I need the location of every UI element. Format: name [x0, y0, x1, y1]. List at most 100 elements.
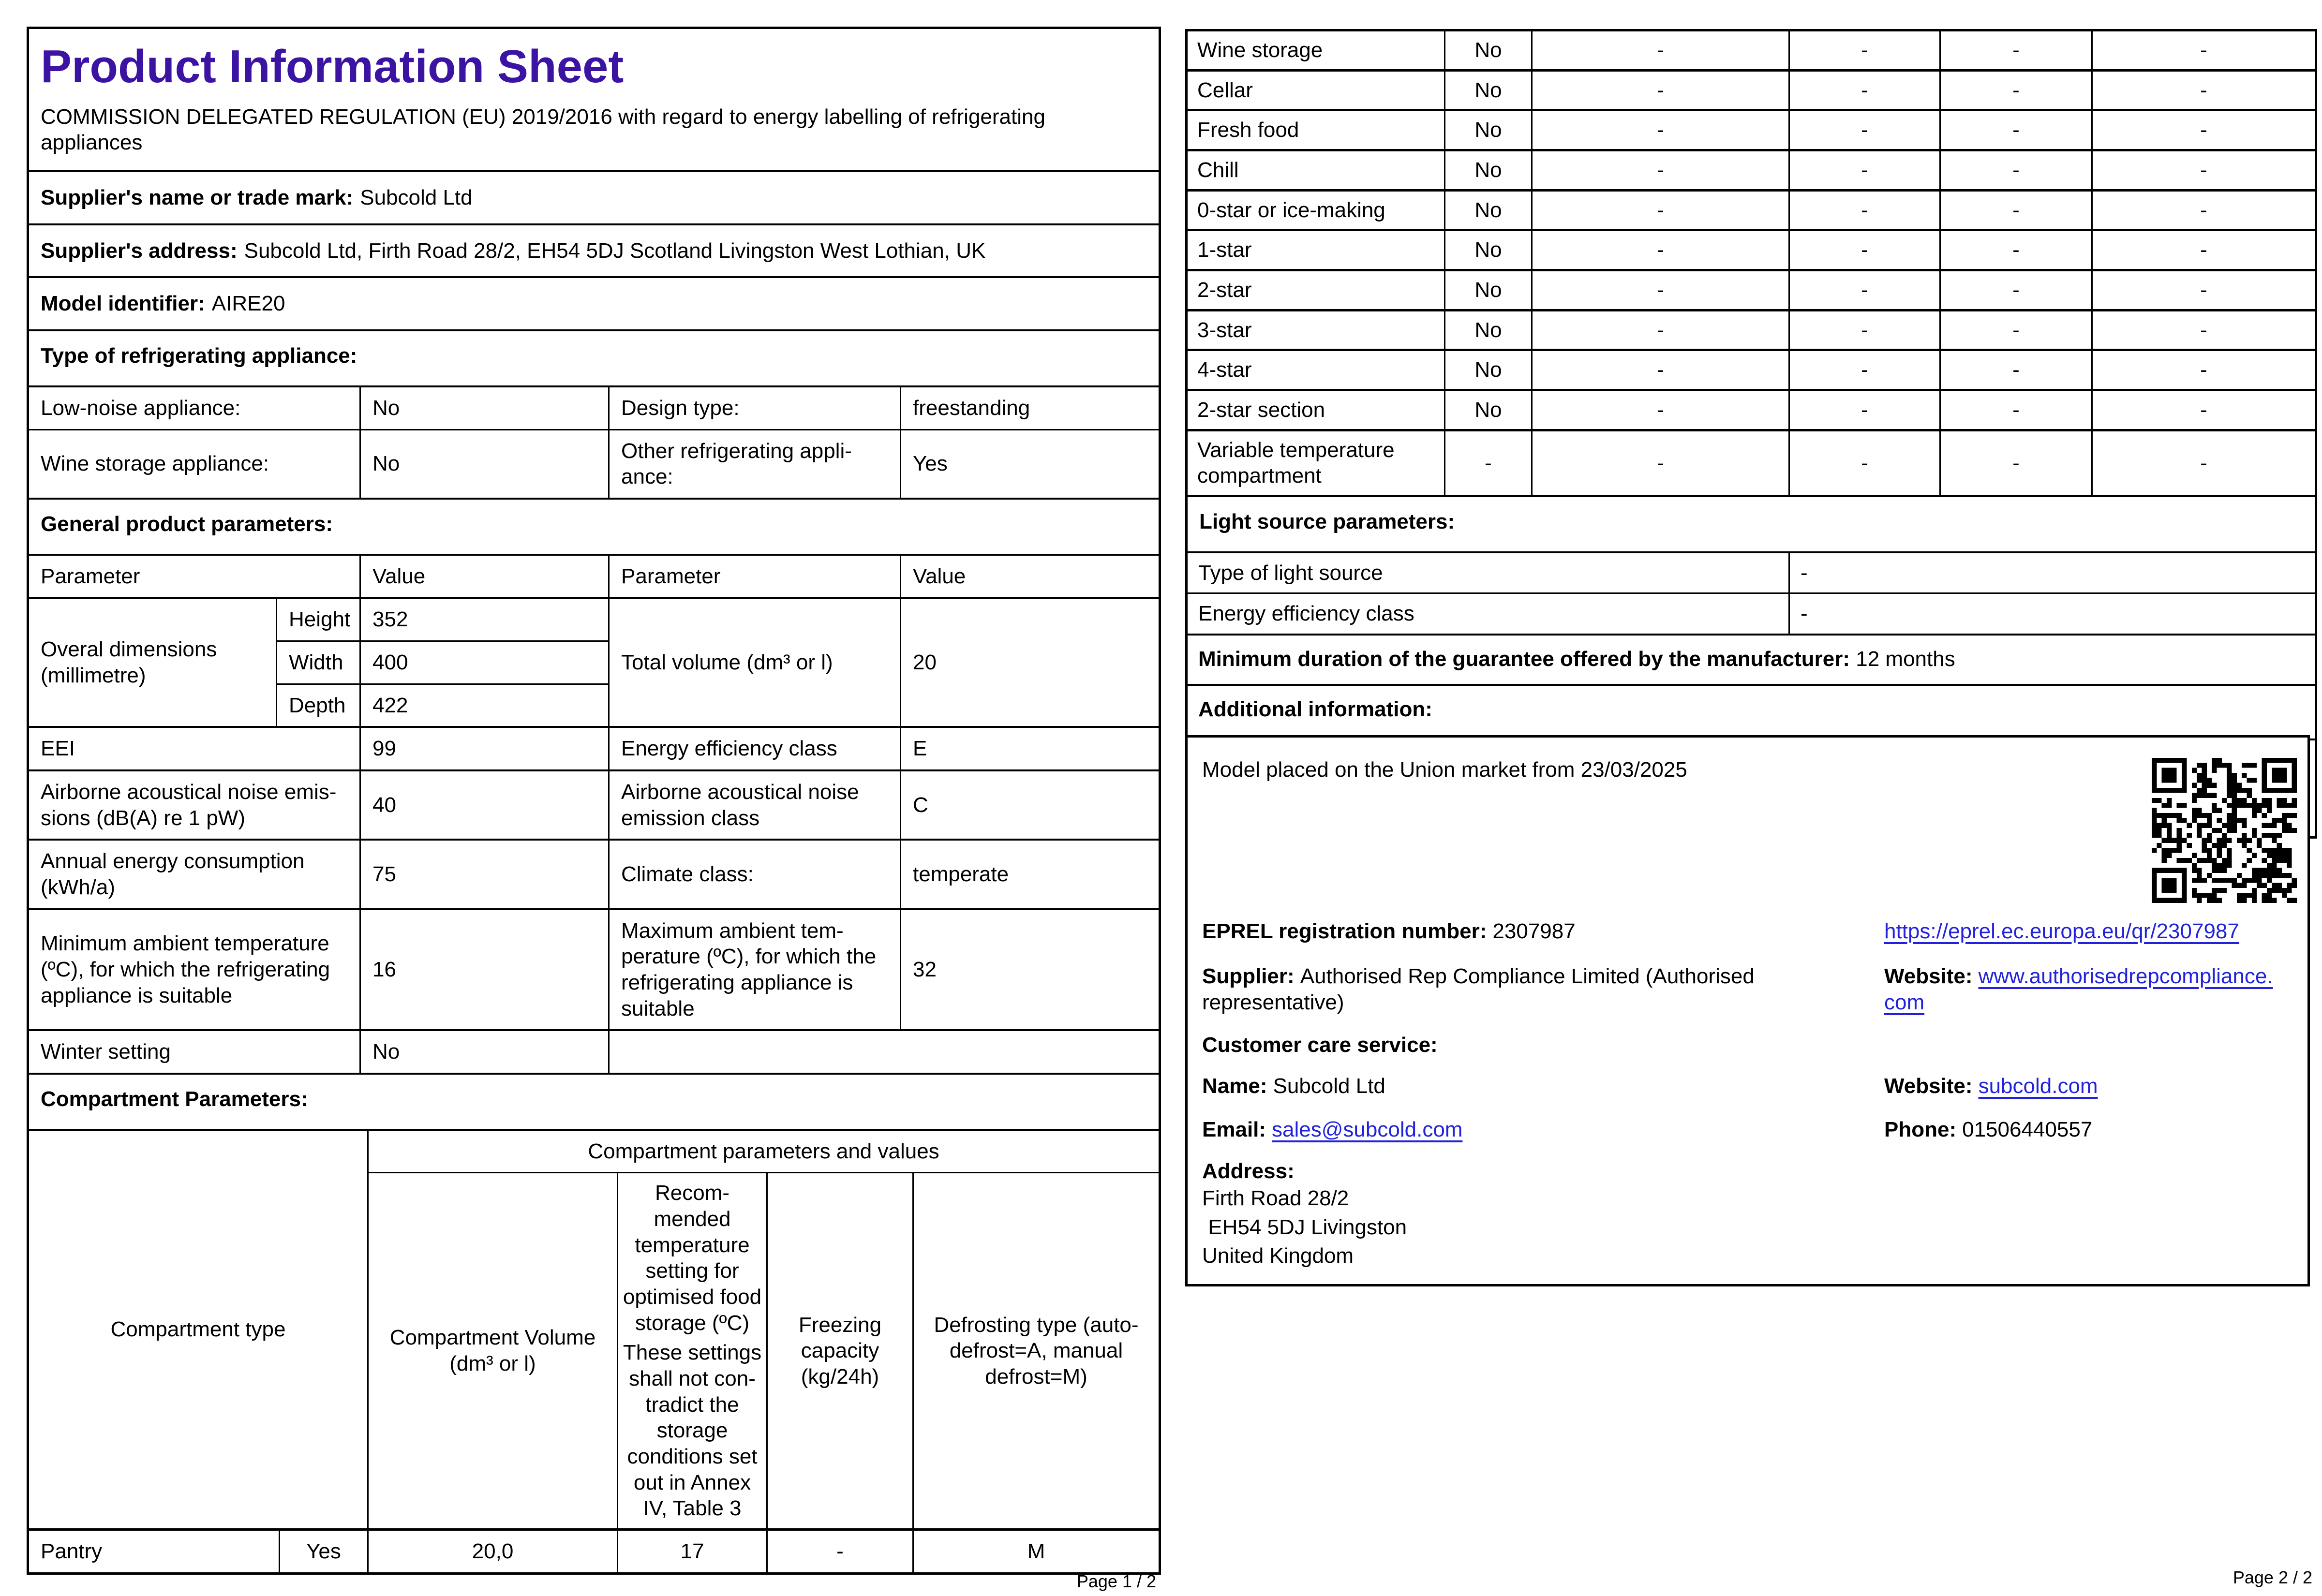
table-cell: -	[1939, 31, 2091, 69]
table-cell: Cellar	[1188, 69, 1444, 109]
table-cell: No	[359, 429, 608, 498]
table-cell: -	[2091, 31, 2315, 69]
additional-information-heading: Additional information:	[1188, 683, 2315, 739]
table-cell: 16	[359, 910, 608, 1030]
supplier-row: Supplier: Authorised Rep Compliance Limit…	[1202, 963, 2293, 1015]
table-cell: Energy efficiency class	[608, 728, 900, 769]
table-cell: Design type:	[608, 387, 900, 429]
supplier-name-value: Subcold Ltd	[360, 186, 473, 210]
table-cell: Low-noise appliance:	[41, 396, 241, 420]
compartment-row: 0-star or ice-making No - - - -	[1188, 189, 2315, 229]
name-label: Name:	[1202, 1074, 1267, 1098]
table-cell: No	[359, 1031, 608, 1073]
table-cell: -	[1788, 429, 1939, 495]
table-cell: -	[2091, 389, 2315, 429]
table-cell: -	[1788, 309, 1939, 349]
table-cell: No	[1444, 69, 1531, 109]
compartment-row: Wine storage No - - - -	[1188, 31, 2315, 69]
table-cell: Airborne acoustical noise emis­sions (dB…	[41, 780, 337, 830]
table-cell: -	[1939, 149, 2091, 189]
table-cell: 352	[359, 599, 608, 640]
table-cell: No	[1444, 109, 1531, 149]
compartment-parameters-section-heading: Compartment Parameters:	[29, 1072, 1159, 1129]
compartment-row: 2-star No - - - -	[1188, 269, 2315, 309]
table-cell: freestanding	[900, 387, 1159, 429]
table-cell: No	[1444, 389, 1531, 429]
table-cell: Winter setting	[41, 1040, 171, 1064]
winter-setting-row: Winter setting No	[29, 1029, 1159, 1073]
page-title: Product Information Sheet	[41, 41, 624, 92]
table-cell: -	[1939, 69, 2091, 109]
eprel-link[interactable]: https://eprel.ec.europa.eu/qr/2307987	[1884, 919, 2239, 943]
table-cell: No	[1444, 309, 1531, 349]
address-line: EH54 5DJ Livingston	[1202, 1215, 1407, 1239]
eprel-label: EPREL registration number:	[1202, 919, 1487, 943]
table-cell: 75	[359, 841, 608, 908]
table-cell: -	[1531, 309, 1788, 349]
table-cell: 40	[359, 771, 608, 839]
eprel-registration: EPREL registration number: 2307987	[1202, 918, 1875, 945]
table-cell: -	[2091, 149, 2315, 189]
placed-on-market-text: Model placed on the Union market from 23…	[1202, 758, 1687, 782]
general-parameter-row: Minimum ambient tempera­ture (ºC), for w…	[29, 908, 1159, 1030]
table-cell: 3-star	[1188, 309, 1444, 349]
table-cell: Wine storage appliance:	[29, 429, 359, 498]
appliance-type-table: Low-noise appliance: No Design type: fre…	[29, 385, 1159, 498]
table-cell: Width	[276, 640, 359, 683]
table-cell: Energy efficiency class	[1198, 602, 1414, 626]
table-cell: -	[1788, 189, 1939, 229]
table-cell: No	[1444, 229, 1531, 269]
table-cell: 2-star section	[1188, 389, 1444, 429]
address-label: Address:	[1202, 1159, 1295, 1183]
table-cell: Pantry	[41, 1539, 103, 1563]
model-identifier-label: Model identifier:	[41, 292, 205, 316]
overall-dimensions-rows: Overal dimensions (millimetre) Height 35…	[29, 597, 1159, 726]
table-cell-empty	[608, 1031, 1159, 1073]
compartment-row: 3-star No - - - -	[1188, 309, 2315, 349]
table-cell: E	[900, 728, 1159, 769]
table-cell: -	[1788, 553, 2315, 593]
compartment-row: 1-star No - - - -	[1188, 229, 2315, 269]
table-cell: 2-star	[1188, 269, 1444, 309]
table-cell: -	[1531, 349, 1788, 389]
table-cell: Airborne acoustical noise emission class	[608, 771, 900, 839]
document-header: Product Information Sheet COMMISSION DEL…	[29, 29, 1159, 170]
table-cell: -	[2091, 269, 2315, 309]
table-cell: -	[1788, 149, 1939, 189]
guarantee-row: Minimum duration of the guarantee offere…	[1188, 634, 2315, 684]
light-source-row: Energy efficiency class -	[1188, 592, 2315, 634]
email-link[interactable]: sales@subcold.com	[1272, 1118, 1462, 1141]
table-cell: -	[1939, 189, 2091, 229]
table-cell: -	[2091, 229, 2315, 269]
table-cell: -	[1531, 229, 1788, 269]
table-cell: Wine storage	[1197, 38, 1323, 62]
table-cell: C	[900, 771, 1159, 839]
supplier-name-label: Supplier's name or trade mark:	[41, 186, 354, 210]
table-cell: -	[2091, 189, 2315, 229]
care-website: Website: subcold.com	[1884, 1073, 2293, 1099]
table-cell: No	[1444, 189, 1531, 229]
table-cell: No	[1444, 269, 1531, 309]
table-cell: -	[1939, 229, 2091, 269]
temp-setting-header-line2: These set­tings shall not con­tradict th…	[623, 1341, 762, 1521]
table-cell: -	[2091, 429, 2315, 495]
phone-value: 01506440557	[1962, 1118, 2093, 1142]
column-header: Defrosting type (auto-defrost=A, manual …	[912, 1172, 1159, 1528]
table-cell: 17	[617, 1531, 766, 1572]
table-cell: -	[2091, 109, 2315, 149]
compartment-row: 4-star No - - - -	[1188, 349, 2315, 389]
table-cell: -	[1531, 31, 1788, 69]
table-cell: -	[1531, 389, 1788, 429]
table-cell: -	[1939, 309, 2091, 349]
column-header: Parameter	[41, 564, 140, 588]
table-cell: Chill	[1188, 149, 1444, 189]
care-website-link[interactable]: subcold.com	[1979, 1074, 2098, 1098]
table-cell: Depth	[276, 683, 359, 726]
table-cell: 20,0	[367, 1531, 617, 1572]
table-cell: Minimum ambient tempera­ture (ºC), for w…	[41, 931, 330, 1007]
table-cell: -	[1939, 389, 2091, 429]
column-header: Recom­mended tempera­ture setting for op…	[617, 1172, 766, 1528]
table-cell: 422	[359, 683, 608, 726]
table-cell: Maximum ambient tem­perature (ºC), for w…	[608, 910, 900, 1030]
table-cell: -	[2091, 309, 2315, 349]
